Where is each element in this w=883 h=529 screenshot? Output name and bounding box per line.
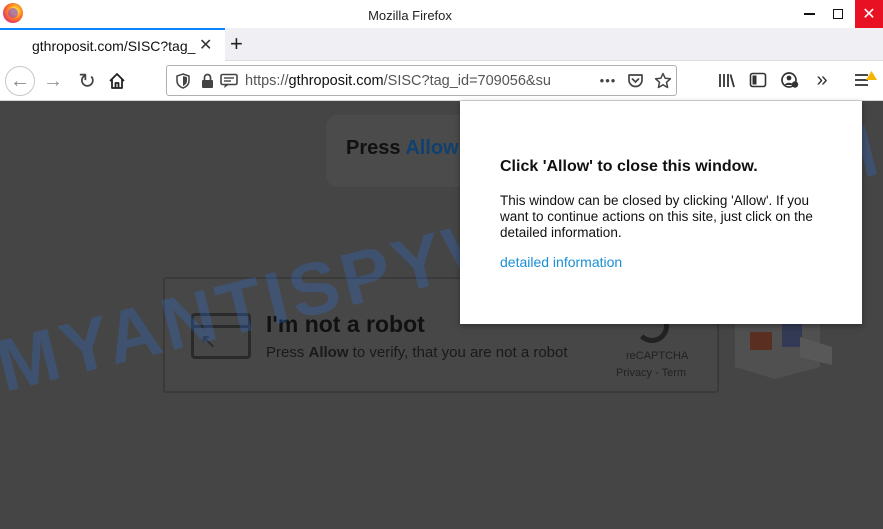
press-allow-word: Allow (405, 137, 459, 159)
pocket-icon[interactable] (625, 71, 645, 91)
sidebar-icon[interactable] (747, 69, 769, 91)
home-icon (109, 73, 125, 89)
maximize-icon (833, 9, 843, 19)
navigation-bar: ← → ↻ https://gthroposit.com/SISC?tag_id… (0, 61, 883, 101)
recaptcha-label: reCAPTCHA (626, 350, 689, 362)
robot-sub-post: to verify, that you are not a robot (348, 344, 568, 361)
minimize-button[interactable] (795, 0, 823, 28)
reload-button[interactable]: ↻ (74, 66, 100, 96)
browser-window-icon (191, 313, 251, 359)
app-menu-button[interactable] (852, 69, 878, 91)
url-scheme: https:// (245, 73, 289, 89)
forward-button[interactable]: → (40, 66, 66, 96)
minimize-icon (803, 13, 815, 15)
back-button[interactable]: ← (5, 66, 35, 96)
hamburger-icon (855, 71, 877, 86)
reload-icon: ↻ (78, 69, 96, 93)
maximize-button[interactable] (824, 0, 852, 28)
robot-title: I'm not a robot (266, 311, 425, 337)
popup-body: This window can be closed by clicking 'A… (500, 193, 813, 240)
home-button[interactable] (104, 66, 130, 96)
permissions-icon[interactable] (219, 71, 239, 91)
robot-sub-pre: Press (266, 344, 309, 361)
tab-active[interactable]: gthroposit.com/SISC?tag_ ✕ (0, 28, 225, 61)
shield-icon[interactable] (173, 71, 193, 91)
robot-sub-allow: Allow (308, 344, 349, 361)
press-allow-text: Press Allow (346, 137, 459, 160)
url-domain: gthroposit.com (288, 73, 384, 89)
tab-title: gthroposit.com/SISC?tag_ (32, 38, 196, 54)
url-bar[interactable]: https://gthroposit.com/SISC?tag_id=70905… (166, 65, 677, 96)
overflow-menu-icon[interactable]: » (811, 69, 833, 91)
popup-title: Click 'Allow' to close this window. (500, 158, 758, 175)
arrow-left-icon: ← (10, 69, 30, 92)
press-prefix: Press (346, 137, 406, 159)
page-actions-button[interactable]: ••• (597, 70, 619, 90)
window-title: Mozilla Firefox (368, 8, 452, 23)
tab-bar: gthroposit.com/SISC?tag_ ✕ + (0, 28, 883, 61)
bookmark-star-icon[interactable] (653, 71, 673, 91)
lock-icon[interactable] (199, 71, 215, 91)
arrow-right-icon: → (43, 69, 63, 92)
robot-subtitle: Press Allow to verify, that you are not … (266, 344, 568, 361)
url-path: /SISC?tag_id=709056&su (383, 73, 551, 89)
close-window-button[interactable]: ✕ (855, 0, 883, 28)
title-bar: Mozilla Firefox ✕ (0, 0, 883, 30)
account-icon[interactable] (779, 69, 801, 91)
detailed-information-link[interactable]: detailed information (500, 254, 622, 270)
recaptcha-links[interactable]: Privacy - Term (616, 367, 686, 379)
new-tab-button[interactable]: + (230, 31, 243, 57)
notification-popup: Click 'Allow' to close this window. This… (460, 101, 862, 324)
url-text[interactable]: https://gthroposit.com/SISC?tag_id=70905… (245, 73, 590, 89)
library-icon[interactable] (716, 69, 738, 91)
tab-close-icon[interactable]: ✕ (199, 35, 212, 55)
